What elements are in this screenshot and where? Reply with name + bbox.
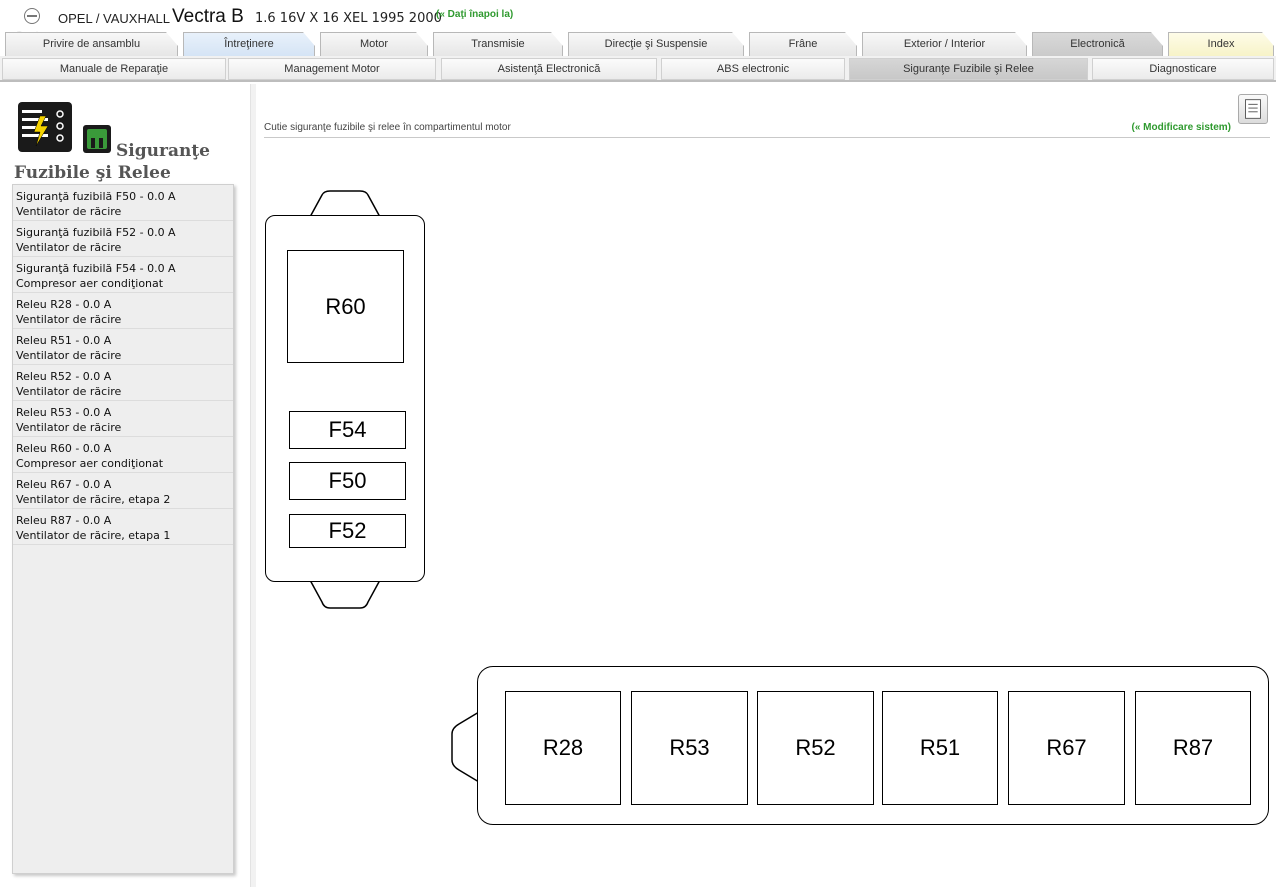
main-tabs: Privire de ansamblu Întreţinere Motor Tr… bbox=[0, 32, 1276, 56]
relay-box-engine-compartment: R28 R53 R52 R51 R67 R87 bbox=[477, 666, 1269, 825]
back-link[interactable]: (« Daţi înapoi la) bbox=[436, 9, 513, 20]
list-item[interactable]: Releu R52 - 0.0 A Ventilator de răcire bbox=[13, 365, 233, 401]
tab-electronics[interactable]: Electronică bbox=[1032, 32, 1163, 56]
sidebar-divider bbox=[250, 84, 256, 887]
sidebar: Siguranţe Fuzibile şi Relee Siguranţă fu… bbox=[0, 84, 252, 887]
item-desc: Compresor aer condiţionat bbox=[16, 277, 164, 290]
item-desc: Ventilator de răcire bbox=[16, 349, 122, 362]
relay-r67[interactable]: R67 bbox=[1008, 691, 1125, 805]
app-header: Cutare OPEL / VAUXHALL Vectra B 1.6 16V … bbox=[0, 0, 1276, 44]
tab-index[interactable]: Index bbox=[1168, 32, 1274, 56]
list-item[interactable]: Releu R51 - 0.0 A Ventilator de răcire bbox=[13, 329, 233, 365]
item-desc: Ventilator de răcire bbox=[16, 241, 122, 254]
item-desc: Compresor aer condiţionat bbox=[16, 457, 164, 470]
tab-brakes[interactable]: Frâne bbox=[749, 32, 857, 56]
subtab-engine-management[interactable]: Management Motor bbox=[228, 58, 436, 80]
change-system-link[interactable]: (« Modificare sistem) bbox=[1132, 122, 1231, 133]
item-title: Releu R87 - 0.0 A bbox=[16, 514, 112, 527]
print-icon bbox=[1245, 99, 1261, 119]
item-title: Releu R53 - 0.0 A bbox=[16, 406, 112, 419]
relay-r51[interactable]: R51 bbox=[882, 691, 998, 805]
vehicle-engine: 1.6 16V X 16 XEL 1995 2000 bbox=[255, 11, 442, 26]
tab-overview[interactable]: Privire de ansamblu bbox=[5, 32, 178, 56]
list-item[interactable]: Siguranţă fuzibilă F52 - 0.0 A Ventilator… bbox=[13, 221, 233, 257]
item-title: Siguranţă fuzibilă F50 - 0.0 A bbox=[16, 190, 176, 203]
tab-maintenance[interactable]: Întreţinere bbox=[183, 32, 315, 56]
list-item[interactable]: Releu R87 - 0.0 A Ventilator de răcire, e… bbox=[13, 509, 233, 545]
list-item[interactable]: Siguranţă fuzibilă F54 - 0.0 A Compresor … bbox=[13, 257, 233, 293]
relay-r53[interactable]: R53 bbox=[631, 691, 748, 805]
relay-r87[interactable]: R87 bbox=[1135, 691, 1251, 805]
list-item[interactable]: Releu R60 - 0.0 A Compresor aer condiţion… bbox=[13, 437, 233, 473]
box1-bottom-latch bbox=[309, 579, 381, 609]
item-title: Releu R28 - 0.0 A bbox=[16, 298, 112, 311]
fuse-f54[interactable]: F54 bbox=[289, 411, 406, 449]
opel-logo-icon bbox=[24, 8, 40, 24]
list-item[interactable]: Releu R53 - 0.0 A Ventilator de răcire bbox=[13, 401, 233, 437]
item-title: Releu R60 - 0.0 A bbox=[16, 442, 112, 455]
subtab-diagnostics[interactable]: Diagnosticare bbox=[1092, 58, 1274, 80]
tab-exterior-interior[interactable]: Exterior / Interior bbox=[862, 32, 1027, 56]
relay-r28[interactable]: R28 bbox=[505, 691, 621, 805]
list-item[interactable]: Siguranţă fuzibilă F50 - 0.0 A Ventilator… bbox=[13, 185, 233, 221]
subtab-repair-manuals[interactable]: Manuale de Reparaţie bbox=[2, 58, 226, 80]
list-item[interactable]: Releu R67 - 0.0 A Ventilator de răcire, e… bbox=[13, 473, 233, 509]
vehicle-make: OPEL / VAUXHALL bbox=[58, 11, 170, 26]
fuse-relay-list: Siguranţă fuzibilă F50 - 0.0 A Ventilator… bbox=[12, 184, 234, 874]
subtab-electronic-assistance[interactable]: Asistenţă Electronică bbox=[441, 58, 657, 80]
item-title: Siguranţă fuzibilă F54 - 0.0 A bbox=[16, 262, 176, 275]
relay-r52[interactable]: R52 bbox=[757, 691, 874, 805]
relay-r60[interactable]: R60 bbox=[287, 250, 404, 363]
subtab-fuses-relays[interactable]: Siguranţe Fuzibile şi Relee bbox=[849, 58, 1088, 80]
fusebox-engine-compartment: R60 F54 F50 F52 bbox=[265, 215, 425, 582]
item-desc: Ventilator de răcire, etapa 1 bbox=[16, 529, 171, 542]
sidebar-title-line2: Fuzibile şi Relee bbox=[14, 163, 171, 183]
tab-steering-suspension[interactable]: Direcţie şi Suspensie bbox=[568, 32, 744, 56]
tab-engine[interactable]: Motor bbox=[320, 32, 428, 56]
item-title: Releu R67 - 0.0 A bbox=[16, 478, 112, 491]
item-title: Releu R51 - 0.0 A bbox=[16, 334, 112, 347]
sidebar-title: Siguranţe Fuzibile şi Relee bbox=[14, 140, 244, 184]
heading-divider bbox=[264, 137, 1270, 138]
item-title: Siguranţă fuzibilă F52 - 0.0 A bbox=[16, 226, 176, 239]
subtab-abs[interactable]: ABS electronic bbox=[661, 58, 845, 80]
fuse-f52[interactable]: F52 bbox=[289, 514, 406, 548]
fuse-f50[interactable]: F50 bbox=[289, 462, 406, 500]
item-desc: Ventilator de răcire bbox=[16, 385, 122, 398]
print-button[interactable] bbox=[1238, 94, 1268, 124]
tab-transmission[interactable]: Transmisie bbox=[433, 32, 563, 56]
vehicle-model: Vectra B bbox=[172, 6, 244, 27]
item-title: Releu R52 - 0.0 A bbox=[16, 370, 112, 383]
item-desc: Ventilator de răcire bbox=[16, 205, 122, 218]
sidebar-title-line1: Siguranţe bbox=[116, 141, 210, 161]
sub-tabs: Manuale de Reparaţie Management Motor As… bbox=[0, 56, 1276, 82]
item-desc: Ventilator de răcire bbox=[16, 313, 122, 326]
diagram-heading: Cutie siguranţe fuzibile şi relee în com… bbox=[264, 122, 511, 133]
item-desc: Ventilator de răcire bbox=[16, 421, 122, 434]
item-desc: Ventilator de răcire, etapa 2 bbox=[16, 493, 171, 506]
list-item[interactable]: Releu R28 - 0.0 A Ventilator de răcire bbox=[13, 293, 233, 329]
